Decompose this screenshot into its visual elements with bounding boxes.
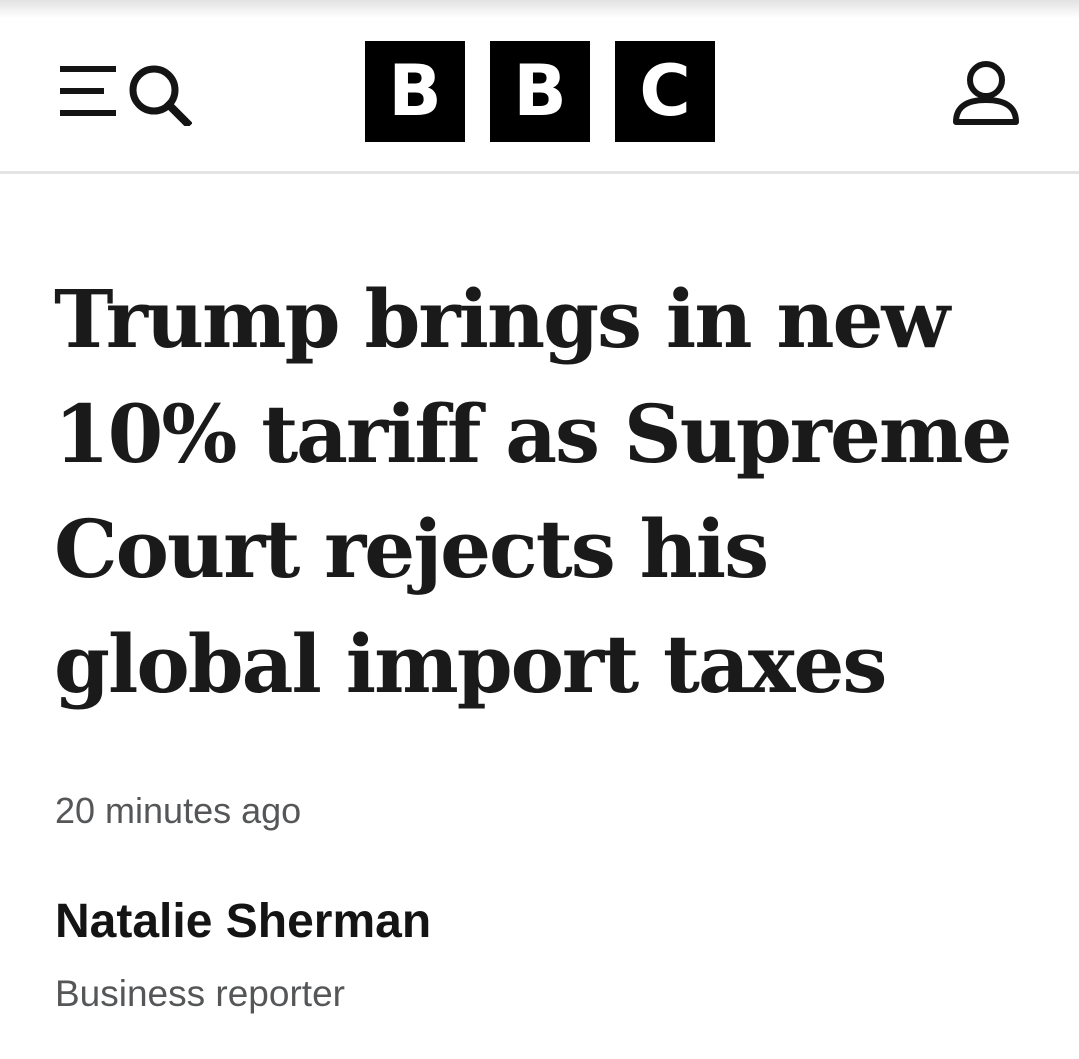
author-role: Business reporter (55, 973, 345, 1014)
account-icon[interactable] (950, 58, 1022, 130)
author-name[interactable]: Natalie Sherman (55, 892, 431, 952)
bbc-logo[interactable]: B B C (365, 41, 715, 142)
logo-letter-b1: B (365, 41, 465, 142)
article-timestamp: 20 minutes ago (55, 790, 302, 831)
logo-letter-b2: B (490, 41, 590, 142)
logo-letter-c: C (615, 41, 715, 142)
search-icon (129, 65, 192, 126)
site-header: B B C (0, 0, 1079, 172)
header-divider (0, 171, 1079, 174)
menu-icon (60, 66, 116, 116)
article-headline: Trump brings in new 10% tariff as Suprem… (54, 272, 1012, 711)
menu-search-button[interactable] (58, 60, 192, 130)
